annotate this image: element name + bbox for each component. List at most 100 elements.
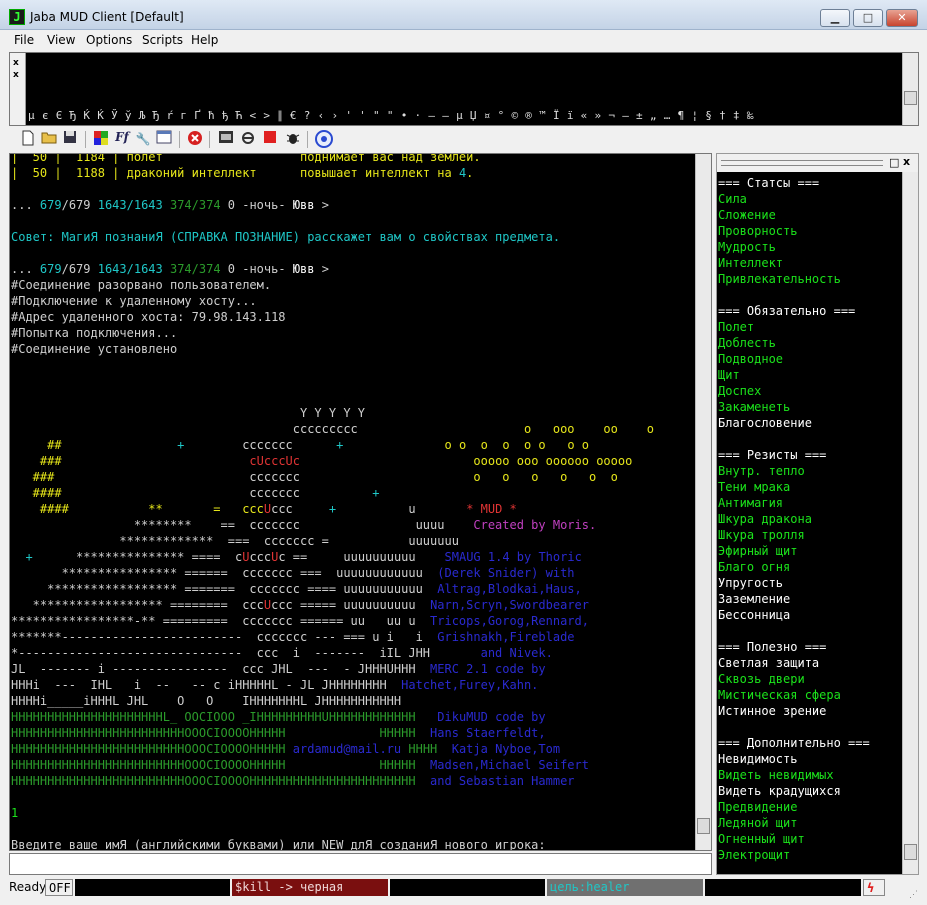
terminal-segment: 374/374 [169, 262, 221, 276]
terminal-line: HHHHHHHHHHHHHHHHHHHHHHHHOOOCIOOOOHHHHH H… [11, 757, 654, 773]
terminal-line: #### ** = cccUccc + u * MUD * [11, 501, 654, 517]
terminal-segment: ccccccc [249, 486, 300, 500]
terminal-segment: #Соединение разорвано пользователем. [11, 278, 272, 292]
terminal-output[interactable]: | 50 | 1184 | полет поднимает вас над зе… [9, 153, 712, 851]
scrollbar-thumb[interactable] [697, 818, 710, 834]
close-icon[interactable]: x [13, 70, 19, 80]
status-off: OFF [45, 879, 73, 896]
terminal-segment: HHHHi_____iHHHL JHL O O IHHHHHHHL JHHHHH… [11, 694, 402, 708]
affect-item: Проворность [718, 224, 798, 238]
terminal-line: HHHHHHHHHHHHHHHHHHHHHHHHOOOCIOOOOHHHHHHH… [11, 773, 654, 789]
affect-item: Доблесть [718, 336, 776, 350]
save-icon[interactable] [61, 130, 79, 148]
disconnect-icon[interactable] [239, 130, 257, 148]
terminal-segment: Hans Staerfeldt, [430, 726, 546, 740]
affect-item: Привлекательность [718, 272, 841, 286]
affect-item: Ледяной щит [718, 816, 798, 830]
scrollbar[interactable] [902, 172, 918, 874]
menu-view[interactable]: View [47, 33, 75, 47]
affect-item [718, 623, 870, 639]
affect-item: === Статсы === [718, 176, 820, 190]
wrench-icon[interactable]: 🔧 [134, 130, 152, 148]
terminal-segment [300, 486, 372, 500]
new-file-icon[interactable] [19, 130, 37, 148]
bug-icon[interactable] [284, 130, 302, 148]
terminal-line: HHHHi_____iHHHL JHL O O IHHHHHHHL JHHHHH… [11, 693, 654, 709]
window-title: Jaba MUD Client [Default] [30, 10, 184, 24]
terminal-line: HHHHHHHHHHHHHHHHHHHHHHHHOOOCIOOOOHHHHH a… [11, 741, 654, 757]
scrollbar[interactable] [695, 154, 711, 850]
terminal-segment [163, 262, 170, 276]
color-palette-icon[interactable] [92, 130, 110, 148]
terminal-segment: ccccccc [249, 470, 300, 484]
menu-file[interactable]: File [14, 33, 34, 47]
affects-text: === Статсы === Сила Сложение Проворность Муд… [718, 175, 870, 863]
close-button[interactable]: ✕ [886, 9, 918, 27]
affect-item: Сложение [718, 208, 776, 222]
affect-item: Мистическая сфера [718, 688, 841, 702]
affect-item: Благо огня [718, 560, 791, 574]
stop-record-icon[interactable] [186, 130, 204, 148]
terminal-segment: #Попытка подключения... [11, 326, 178, 340]
menu-help[interactable]: Help [191, 33, 218, 47]
connect-icon[interactable] [315, 130, 333, 148]
affect-item: === Дополнительно === [718, 736, 870, 750]
terminal-segment: 679 [39, 262, 62, 276]
special-characters-row[interactable]: µ є Є Ђ Ќ Ќ Ў ў Љ Ђ ŕ г Ґ ħ ђ Ћ < > ∥ € … [28, 109, 754, 122]
terminal-segment: 1643/1643 [97, 198, 163, 212]
terminal-segment: ccccccc [184, 438, 337, 452]
terminal-segment: 0 -ночь- [220, 262, 293, 276]
resize-grip[interactable]: ⋰ [906, 887, 920, 901]
lightning-icon[interactable]: ϟ [863, 879, 885, 896]
menu-options[interactable]: Options [86, 33, 132, 47]
scrollbar-thumb[interactable] [904, 844, 917, 860]
terminal-segment: HHHHHHHHHHHHHHHHHHHHHL_ OOCIOOO _IHHHHHH… [11, 710, 438, 724]
map-icon[interactable] [217, 130, 235, 148]
affect-item: Предвидение [718, 800, 798, 814]
open-folder-icon[interactable] [40, 130, 58, 148]
affect-item: Заземление [718, 592, 791, 606]
terminal-segment: #Подключение к удаленному хосту... [11, 294, 257, 308]
scrollbar[interactable] [902, 53, 918, 125]
scrollbar-thumb[interactable] [904, 91, 917, 105]
terminal-segment: HHHH [401, 742, 452, 756]
terminal-segment: | 50 | 1184 | полет поднимает вас над зе… [11, 153, 481, 164]
drag-grip[interactable] [721, 160, 883, 166]
maximize-button[interactable]: □ [853, 9, 883, 27]
terminal-segment: Y Y Y Y Y [11, 406, 366, 420]
affect-item: Эфирный щит [718, 544, 798, 558]
menu-bar: File View Options Scripts Help [0, 31, 927, 51]
terminal-segment: #### [11, 486, 250, 500]
terminal-segment: ### [11, 454, 250, 468]
affect-item: Шкура дракона [718, 512, 812, 526]
window-icon[interactable] [155, 130, 173, 148]
pin-icon[interactable]: □ [889, 156, 899, 169]
menu-scripts[interactable]: Scripts [142, 33, 183, 47]
terminal-line: Введите ваше имЯ (английскими буквами) и… [11, 837, 654, 850]
terminal-line: + *************** ==== cUcccUc == uuuuuu… [11, 549, 654, 565]
affect-item: Антимагия [718, 496, 784, 510]
terminal-segment: SMAUG 1.4 by Thoric [444, 550, 582, 564]
terminal-segment: + [25, 550, 33, 564]
close-icon[interactable]: x [903, 155, 910, 168]
terminal-line: ******** == ccccccc uuuu Created by Mori… [11, 517, 654, 533]
terminal-segment: . [466, 166, 474, 180]
minimize-button[interactable]: ▁ [820, 9, 850, 27]
terminal-segment: /679 [61, 262, 98, 276]
terminal-segment [11, 550, 25, 564]
status-slot-3 [390, 879, 545, 896]
terminal-line: #Подключение к удаленному хосту... [11, 293, 654, 309]
stop-icon[interactable] [261, 130, 279, 148]
terminal-text: | 50 | 1184 | полет поднимает вас над зе… [11, 153, 654, 850]
terminal-segment: JL ------- i ---------------- ccc JHL --… [11, 662, 431, 676]
terminal-line: | 50 | 1184 | полет поднимает вас над зе… [11, 153, 654, 165]
font-icon[interactable]: Ff [113, 130, 131, 148]
terminal-segment: ccc [249, 550, 272, 564]
affect-item: Щит [718, 368, 740, 382]
terminal-segment: o o o o o o o o [444, 438, 590, 452]
command-input[interactable] [9, 853, 712, 875]
close-icon[interactable]: x [13, 58, 19, 68]
